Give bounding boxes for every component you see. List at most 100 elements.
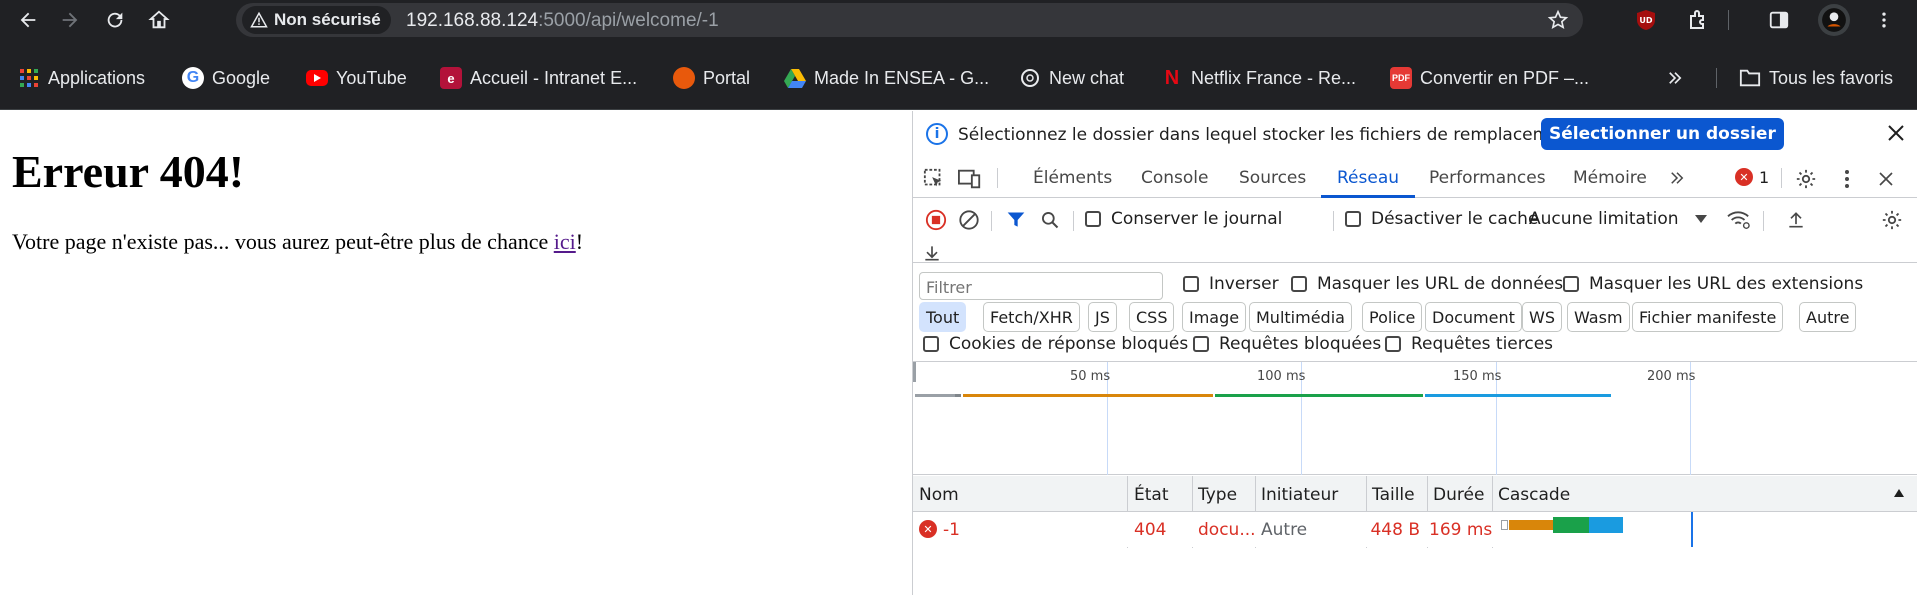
import-har-icon[interactable] — [1783, 207, 1809, 233]
bookmark-convert-pdf[interactable]: PDF Convertir en PDF –... — [1390, 66, 1589, 90]
chrome-menu-icon[interactable] — [1870, 6, 1898, 34]
home-button[interactable] — [143, 4, 175, 36]
blocked-cookies-checkbox[interactable]: Cookies de réponse bloqués — [923, 334, 1188, 354]
chevron-double-right-icon — [1669, 72, 1682, 84]
chip-image[interactable]: Image — [1182, 302, 1247, 332]
network-settings-gear-icon[interactable] — [1879, 207, 1905, 233]
chip-all[interactable]: Tout — [919, 302, 967, 332]
page-content: Erreur 404! Votre page n'existe pas... v… — [0, 111, 912, 595]
filter-icon[interactable] — [1003, 207, 1029, 233]
settings-gear-icon[interactable] — [1793, 166, 1819, 192]
checkbox-box[interactable] — [923, 336, 939, 352]
ublock-extension-icon[interactable]: UD — [1632, 6, 1660, 34]
chip-fetch-xhr[interactable]: Fetch/XHR — [983, 302, 1080, 332]
clear-icon[interactable] — [956, 207, 982, 233]
preserve-log-checkbox[interactable]: Conserver le journal — [1085, 209, 1282, 229]
record-stop-icon[interactable] — [923, 207, 949, 233]
disable-cache-checkbox[interactable]: Désactiver le cache — [1345, 209, 1538, 229]
address-bar[interactable]: Non sécurisé 192.168.88.124:5000/api/wel… — [236, 3, 1583, 37]
bookmark-applications[interactable]: Applications — [18, 66, 145, 90]
column-name[interactable]: Nom — [919, 485, 959, 505]
bookmark-youtube[interactable]: YouTube — [306, 66, 407, 90]
chip-other[interactable]: Autre — [1799, 302, 1857, 332]
network-conditions-icon[interactable] — [1725, 207, 1753, 233]
column-type[interactable]: Type — [1198, 485, 1237, 505]
hide-extension-urls-checkbox[interactable]: Masquer les URL des extensions — [1563, 274, 1863, 294]
column-waterfall[interactable]: Cascade — [1498, 485, 1570, 505]
bookmark-netflix[interactable]: N Netflix France - Re... — [1161, 66, 1356, 90]
tab-sources[interactable]: Sources — [1239, 168, 1306, 188]
bookmark-portal[interactable]: Portal — [673, 66, 750, 90]
bookmark-made-in-ensea[interactable]: Made In ENSEA - G... — [784, 66, 989, 90]
bookmark-new-chat[interactable]: New chat — [1019, 66, 1124, 90]
blocked-requests-checkbox[interactable]: Requêtes bloquées — [1193, 334, 1381, 354]
column-size[interactable]: Taille — [1372, 485, 1415, 505]
select-folder-button[interactable]: Sélectionner un dossier — [1541, 118, 1784, 150]
chip-js[interactable]: JS — [1088, 302, 1117, 332]
sort-ascending-icon[interactable] — [1893, 488, 1905, 498]
checkbox-box[interactable] — [1193, 336, 1209, 352]
side-panel-icon[interactable] — [1765, 6, 1793, 34]
more-tabs-icon[interactable] — [1665, 166, 1689, 190]
cell-name[interactable]: -1 — [943, 520, 960, 540]
column-status[interactable]: État — [1134, 485, 1169, 505]
forward-button[interactable] — [54, 4, 86, 36]
bookmark-google[interactable]: G Google — [182, 66, 270, 90]
kebab-menu-icon[interactable] — [1835, 166, 1859, 192]
export-har-icon[interactable] — [919, 243, 945, 263]
hide-data-urls-checkbox[interactable]: Masquer les URL de données — [1291, 274, 1563, 294]
column-initiator[interactable]: Initiateur — [1261, 485, 1338, 505]
extensions-icon[interactable] — [1685, 6, 1713, 34]
url-text[interactable]: 192.168.88.124:5000/api/welcome/-1 — [406, 10, 719, 32]
bookmark-all-favorites[interactable]: Tous les favoris — [1739, 66, 1893, 90]
profile-avatar[interactable] — [1818, 4, 1850, 36]
checkbox-box[interactable] — [1563, 276, 1579, 292]
tab-elements[interactable]: Éléments — [1033, 168, 1112, 188]
chevron-down-icon[interactable] — [1693, 211, 1709, 227]
chip-wasm[interactable]: Wasm — [1567, 302, 1630, 332]
timeline-start-handle[interactable] — [913, 362, 916, 382]
more-bookmarks-button[interactable] — [1666, 66, 1684, 90]
reload-icon — [107, 12, 123, 28]
checkbox-box[interactable] — [1085, 211, 1101, 227]
bookmark-label: Netflix France - Re... — [1191, 67, 1357, 88]
network-overview-timeline[interactable]: 50 ms 100 ms 150 ms 200 ms — [913, 361, 1917, 475]
security-chip[interactable]: Non sécurisé — [242, 6, 391, 34]
third-party-checkbox[interactable]: Requêtes tierces — [1385, 334, 1553, 354]
url-path: :5000/api/welcome/-1 — [538, 10, 719, 31]
table-row[interactable]: ✕ -1 404 docu... Autre 448 B 169 ms — [913, 512, 1917, 547]
chip-manifest[interactable]: Fichier manifeste — [1632, 302, 1784, 332]
tab-console[interactable]: Console — [1141, 168, 1209, 188]
reload-button[interactable] — [99, 4, 131, 36]
throttling-select[interactable]: Aucune limitation — [1529, 209, 1679, 229]
checkbox-box[interactable] — [1385, 336, 1401, 352]
inspect-element-icon[interactable] — [921, 166, 947, 192]
filter-input[interactable]: Filtrer — [919, 272, 1163, 300]
close-icon[interactable] — [1884, 121, 1908, 145]
checkbox-box[interactable] — [1183, 276, 1199, 292]
profile-icon — [1822, 8, 1846, 32]
chip-css[interactable]: CSS — [1129, 302, 1175, 332]
chip-ws[interactable]: WS — [1522, 302, 1562, 332]
device-toolbar-icon[interactable] — [957, 166, 983, 192]
chip-document[interactable]: Document — [1425, 302, 1522, 332]
invert-checkbox[interactable]: Inverser — [1183, 274, 1279, 294]
retry-link[interactable]: ici — [554, 229, 576, 254]
tab-network[interactable]: Réseau — [1337, 168, 1399, 188]
close-devtools-icon[interactable] — [1873, 166, 1899, 192]
search-icon[interactable] — [1037, 207, 1063, 233]
tab-memory[interactable]: Mémoire — [1573, 168, 1647, 188]
bookmark-intranet[interactable]: e Accueil - Intranet E... — [440, 66, 637, 90]
tab-performance[interactable]: Performances — [1429, 168, 1546, 188]
chip-media[interactable]: Multimédia — [1249, 302, 1352, 332]
column-time[interactable]: Durée — [1433, 485, 1484, 505]
chatgpt-icon — [1019, 67, 1041, 89]
back-button[interactable] — [12, 4, 44, 36]
chip-font[interactable]: Police — [1362, 302, 1423, 332]
error-count[interactable]: 1 — [1759, 168, 1769, 187]
toolbar-divider — [1728, 10, 1729, 30]
checkbox-box[interactable] — [1291, 276, 1307, 292]
checkbox-label: Masquer les URL des extensions — [1589, 274, 1864, 294]
bookmark-star-icon[interactable] — [1547, 9, 1569, 31]
checkbox-box[interactable] — [1345, 211, 1361, 227]
